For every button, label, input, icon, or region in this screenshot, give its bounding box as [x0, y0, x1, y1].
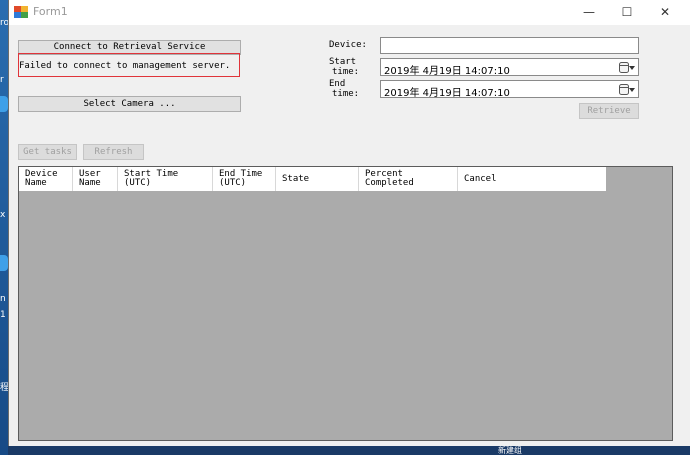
desktop-background-strip: ro r x n 1 程	[0, 0, 8, 455]
column-header-start-time[interactable]: Start Time (UTC)	[118, 167, 213, 191]
column-header-percent-completed[interactable]: Percent Completed	[359, 167, 458, 191]
desktop-label-fragment: n	[0, 294, 6, 304]
column-header-device-name[interactable]: Device Name	[19, 167, 73, 191]
window-title: Form1	[33, 5, 68, 18]
start-time-label-line2: time:	[332, 67, 360, 77]
taskbar-item-text[interactable]: 新建组	[498, 446, 522, 455]
end-time-picker[interactable]: 2019年 4月19日 14:07:10	[380, 80, 639, 99]
column-header-user-name[interactable]: User Name	[73, 167, 118, 191]
end-time-label-line1: End	[329, 79, 346, 89]
title-bar[interactable]: Form1 — ☐ ✕	[9, 0, 690, 25]
tasks-grid[interactable]: Device Name User Name Start Time (UTC) End …	[18, 166, 673, 441]
maximize-button[interactable]: ☐	[610, 0, 644, 25]
desktop-label-fragment: x	[0, 210, 6, 220]
app-icon	[14, 6, 28, 18]
desktop-label-fragment: 1	[0, 310, 6, 320]
end-time-value: 2019年 4月19日 14:07:10	[384, 88, 510, 99]
desktop-label-fragment: r	[0, 75, 4, 85]
desktop-app-icon[interactable]	[0, 96, 8, 112]
device-label: Device:	[329, 40, 367, 50]
grid-header-row: Device Name User Name Start Time (UTC) End …	[19, 167, 606, 191]
close-button[interactable]: ✕	[648, 0, 682, 25]
column-header-state[interactable]: State	[276, 167, 359, 191]
retrieve-button[interactable]: Retrieve	[579, 103, 639, 119]
status-message: Failed to connect to management server.	[19, 61, 231, 71]
column-header-end-time[interactable]: End Time (UTC)	[213, 167, 276, 191]
device-field[interactable]	[380, 37, 639, 54]
calendar-dropdown-icon[interactable]	[619, 62, 635, 74]
minimize-button[interactable]: —	[572, 0, 606, 25]
start-time-picker[interactable]: 2019年 4月19日 14:07:10	[380, 58, 639, 77]
desktop-app-icon[interactable]	[0, 255, 8, 271]
end-time-label-line2: time:	[332, 89, 360, 99]
get-tasks-button[interactable]: Get tasks	[18, 144, 77, 160]
form1-window: Form1 — ☐ ✕ Connect to Retrieval Service…	[8, 0, 690, 446]
calendar-dropdown-icon[interactable]	[619, 84, 635, 96]
refresh-button[interactable]: Refresh	[83, 144, 144, 160]
select-camera-button[interactable]: Select Camera ...	[18, 96, 241, 112]
taskbar-peek: 新建组	[8, 446, 690, 455]
desktop-label-fragment: 程	[0, 383, 8, 393]
start-time-label-line1: Start	[329, 57, 357, 67]
desktop-label-fragment: ro	[0, 18, 8, 28]
column-header-cancel[interactable]: Cancel	[458, 167, 606, 191]
start-time-value: 2019年 4月19日 14:07:10	[384, 66, 510, 77]
